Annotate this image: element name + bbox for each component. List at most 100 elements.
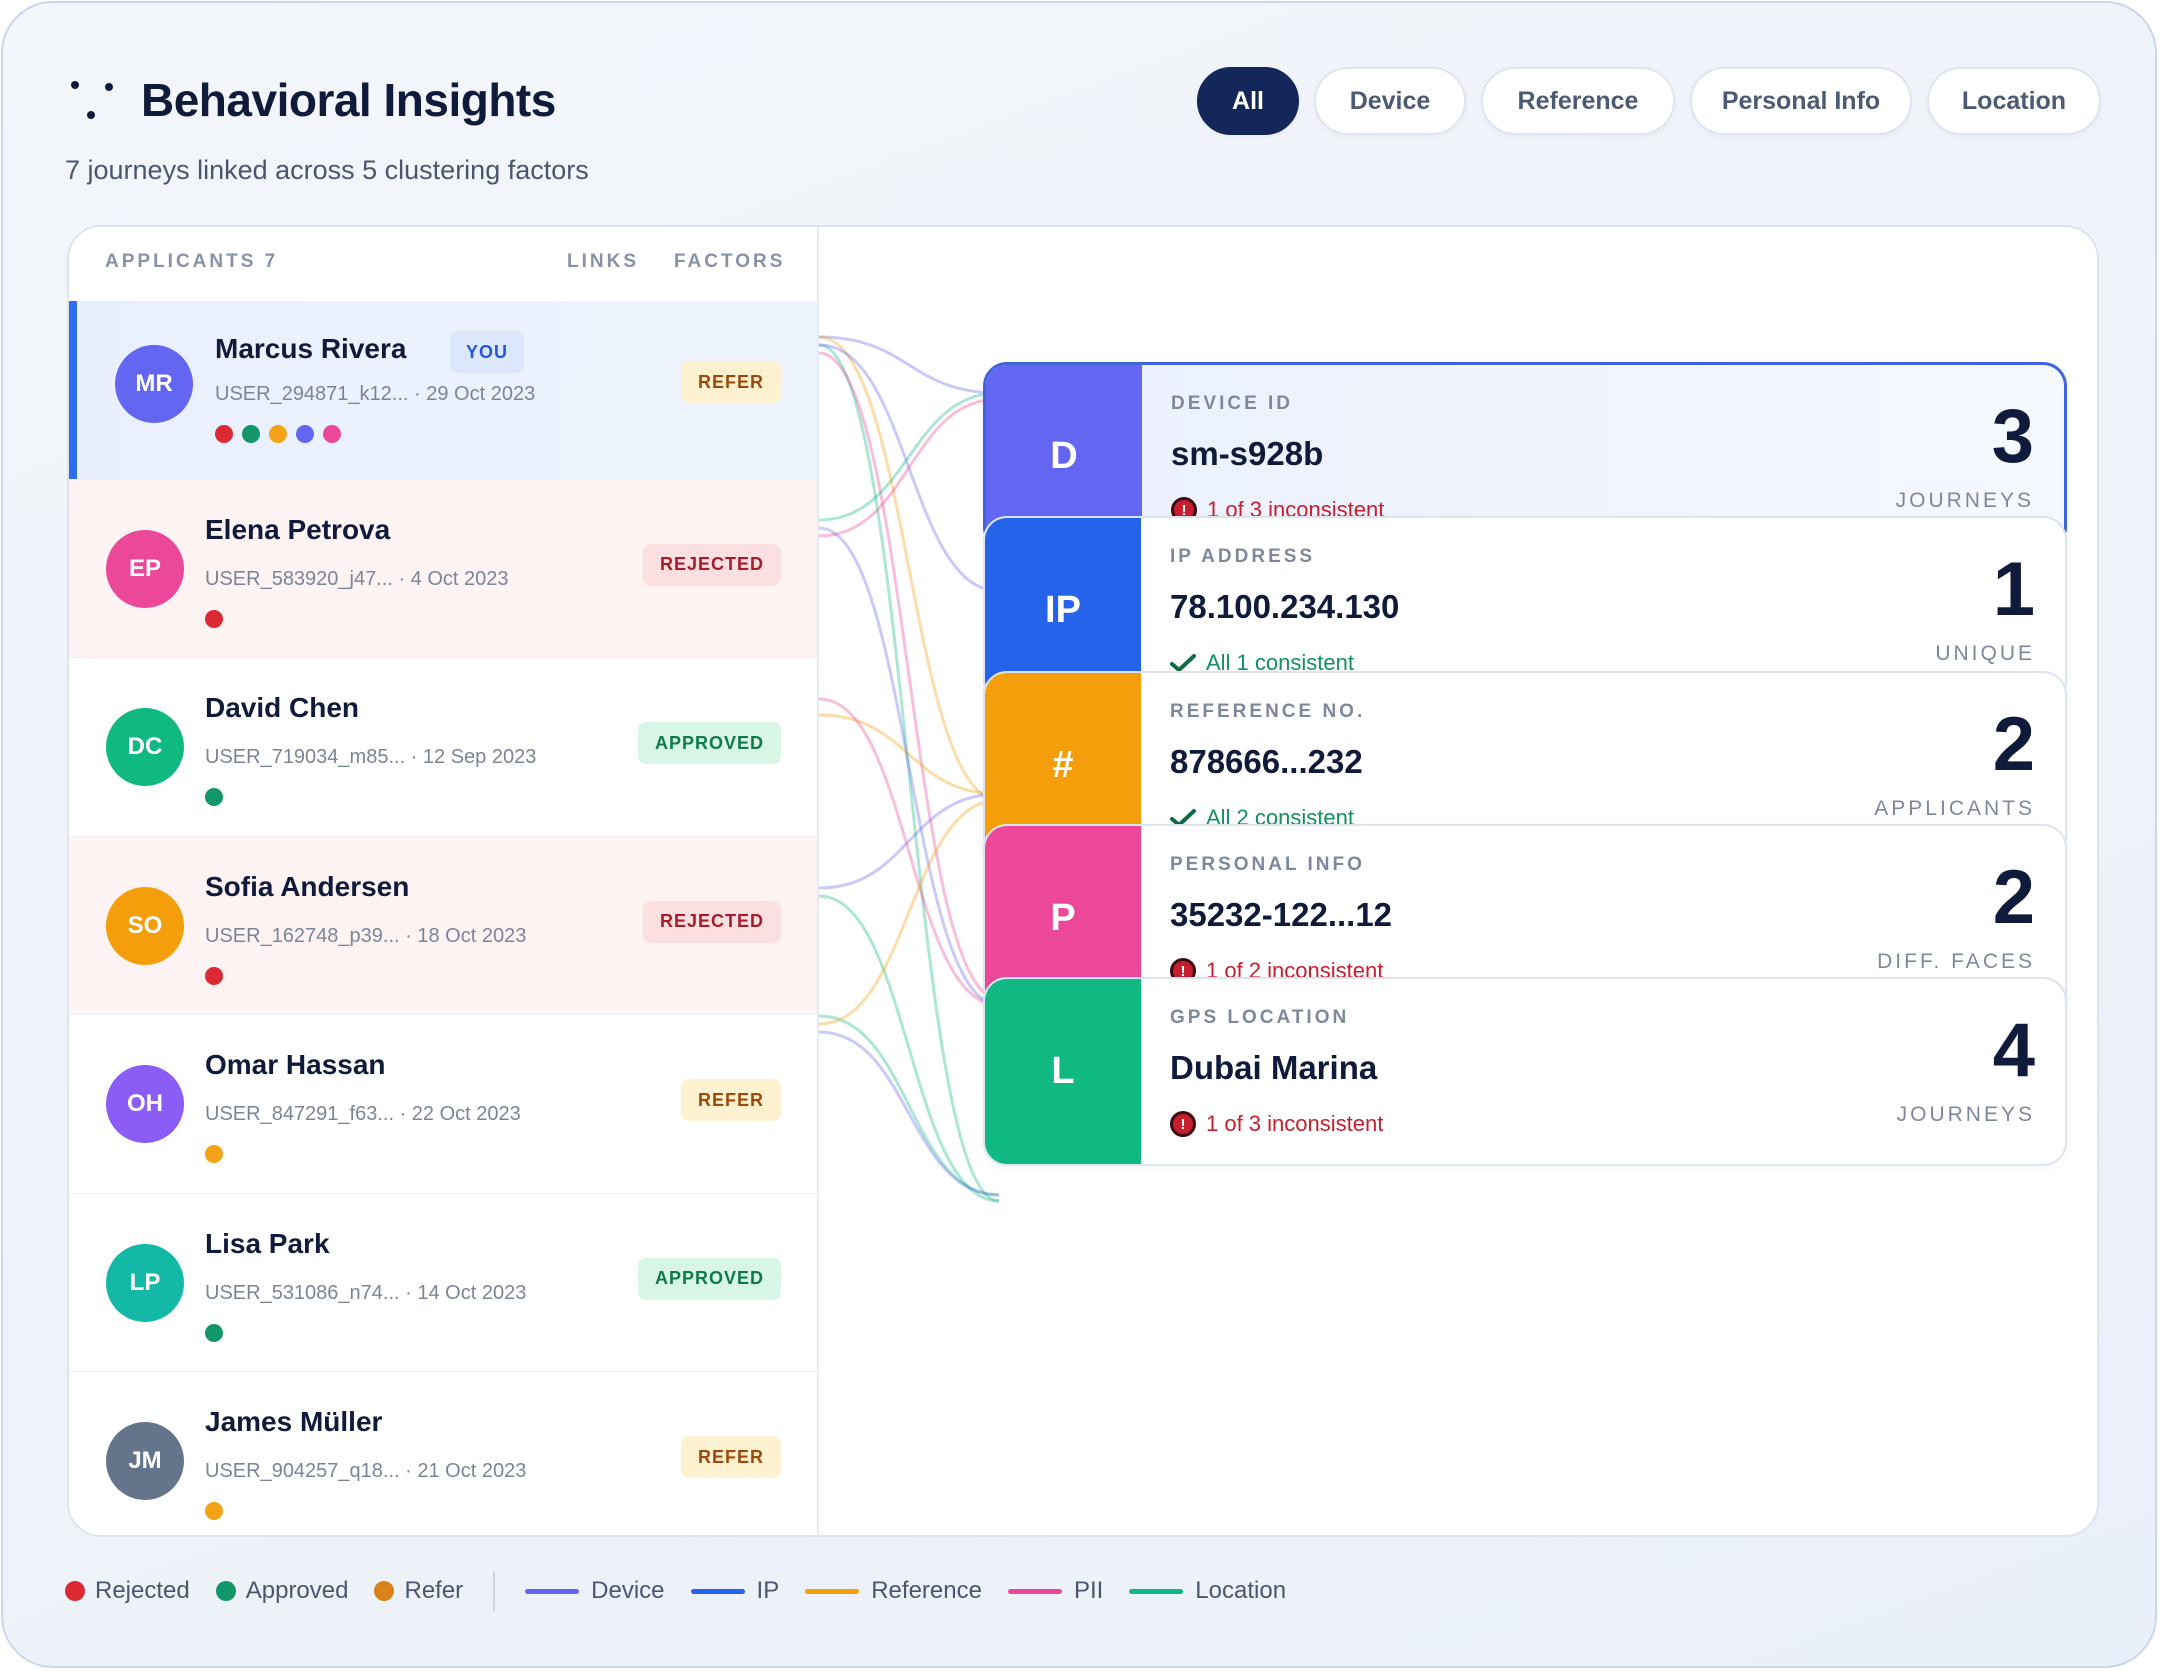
avatar: EP [106,529,184,608]
link-line [819,697,999,1007]
filter-personal-info[interactable]: Personal Info [1690,67,1912,135]
avatar: DC [106,708,184,786]
applicant-list: APPLICANTS 7 LINKS FACTORS MR Marcus Rive… [69,227,819,1535]
applicant-row[interactable]: LP Lisa Park USER_531086_n74... · 14 Oct 2… [69,1194,817,1372]
app-frame: Behavioral Insights 7 journeys linked ac… [1,1,2157,1668]
legend-ip-line [690,1588,745,1594]
applicant-name: James Müller [205,1406,383,1437]
factor-label: GPS LOCATION [1170,1007,1350,1028]
applicant-name: Marcus Rivera [215,333,407,364]
factor-count-unit: APPLICANTS [1874,797,2035,820]
applicant-name: Lisa Park [205,1227,330,1259]
check-icon [1170,654,1196,672]
factor-tile: L [985,979,1141,1164]
applicant-row[interactable]: JM James Müller USER_904257_q18... · 21 Oc… [69,1372,817,1535]
avatar: SO [106,886,184,965]
factor-count-unit: DIFF. FACES [1877,950,2035,973]
factor-dot [269,425,287,443]
factor-count: 1 [1992,547,2035,632]
status-badge: REFER [680,1079,781,1121]
applicant-row[interactable]: MR Marcus Rivera YOU USER_294871_k12... · 2… [69,301,817,480]
filter-reference[interactable]: Reference [1481,67,1675,135]
link-line [819,894,999,1203]
insights-panel: APPLICANTS 7 LINKS FACTORS MR Marcus Rive… [67,225,2099,1537]
applicant-row[interactable]: EP Elena Petrova USER_583920_j47... · 4 Oc… [69,479,817,658]
you-badge: YOU [450,331,525,373]
factor-dot [205,609,223,628]
avatar: LP [106,1243,184,1322]
factor-dots [215,425,341,443]
page-subtitle: 7 journeys linked across 5 clustering fa… [65,155,589,185]
legend-rejected-label: Rejected [95,1577,190,1604]
factor-count-unit: JOURNEYS [1896,1103,2035,1126]
factor-count: 2 [1992,702,2035,787]
legend-location: Location [1129,1577,1286,1605]
applicant-meta: USER_294871_k12... · 29 Oct 2023 [215,383,536,405]
factor-dot [205,1145,223,1163]
factor-dot [205,788,223,806]
applicant-name: Omar Hassan [205,1049,386,1080]
factor-label: IP ADDRESS [1170,546,1316,567]
legend-device-line [525,1588,580,1594]
legend-ip-label: IP [756,1577,780,1604]
factor-label: PERSONAL INFO [1170,854,1365,875]
factor-count: 4 [1992,1008,2035,1093]
legend-pii: PII [1007,1577,1103,1605]
applicant-rows: MR Marcus Rivera YOU USER_294871_k12... · 2… [69,301,817,1535]
column-applicants: APPLICANTS 7 [105,251,279,272]
factor-value: 78.100.234.130 [1170,588,1400,625]
factor-label: REFERENCE NO. [1170,701,1366,722]
legend-refer-label: Refer [404,1577,464,1604]
applicant-name: David Chen [205,692,360,723]
page-title: Behavioral Insights [141,74,556,126]
applicant-name: Elena Petrova [205,513,391,545]
factor-dot [215,425,233,443]
factor-count-unit: JOURNEYS [1895,489,2034,512]
legend-divider [493,1571,496,1611]
legend-location-line [1129,1588,1184,1594]
applicant-meta: USER_531086_n74... · 14 Oct 2023 [205,1281,527,1304]
factor-dot [205,1323,223,1342]
applicant-row[interactable]: SO Sofia Andersen USER_162748_p39... · 18 … [69,836,817,1015]
applicant-meta: USER_162748_p39... · 18 Oct 2023 [205,924,527,947]
factor-value: Dubai Marina [1170,1049,1378,1086]
applicant-row[interactable]: DC David Chen USER_719034_m85... · 12 Sep … [69,658,817,837]
factor-dot [323,425,341,443]
column-links: LINKS [567,251,639,272]
factor-count: 2 [1992,855,2035,940]
factor-value: 878666...232 [1170,743,1363,780]
factor-count: 3 [1991,394,2034,479]
factor-value: 35232-122...12 [1170,896,1393,933]
applicant-row[interactable]: OH Omar Hassan USER_847291_f63... · 22 Oct… [69,1015,817,1194]
link-line [819,526,999,1007]
filter-device[interactable]: Device [1314,67,1466,135]
factor-label: DEVICE ID [1171,393,1294,414]
filter-location[interactable]: Location [1927,67,2101,135]
factor-dots [205,1502,223,1520]
legend-approved-dot [215,1581,236,1601]
legend-rejected: Rejected [65,1577,190,1605]
warning-icon: ! [1170,1111,1196,1137]
applicant-name: Sofia Andersen [205,870,410,902]
link-lines [819,335,999,1203]
legend-reference-line [805,1588,860,1594]
legend-reference: Reference [805,1577,982,1605]
factor-dots [205,1323,223,1342]
status-badge: APPROVED [637,722,781,764]
factor-dots [205,1145,223,1163]
factor-dots [205,966,223,985]
legend-approved-label: Approved [245,1577,349,1604]
legend-pii-line [1007,1588,1062,1594]
legend-device-label: Device [591,1577,665,1604]
legend-rejected-dot [65,1581,85,1601]
factor-status-text: 1 of 3 inconsistent [1206,1111,1384,1136]
factor-value: sm-s928b [1171,435,1324,472]
legend-location-label: Location [1195,1577,1287,1604]
status-badge: REFER [680,361,781,403]
legend-refer: Refer [374,1577,463,1605]
filter-all[interactable]: All [1197,67,1299,135]
avatar: MR [115,345,193,423]
factor-card[interactable]: L GPS LOCATION Dubai Marina! 1 of 3 inconsi… [983,977,2067,1166]
brand-dots-icon [69,79,117,125]
filter-chips: All Device Reference Personal Info Locat… [1197,67,2101,135]
